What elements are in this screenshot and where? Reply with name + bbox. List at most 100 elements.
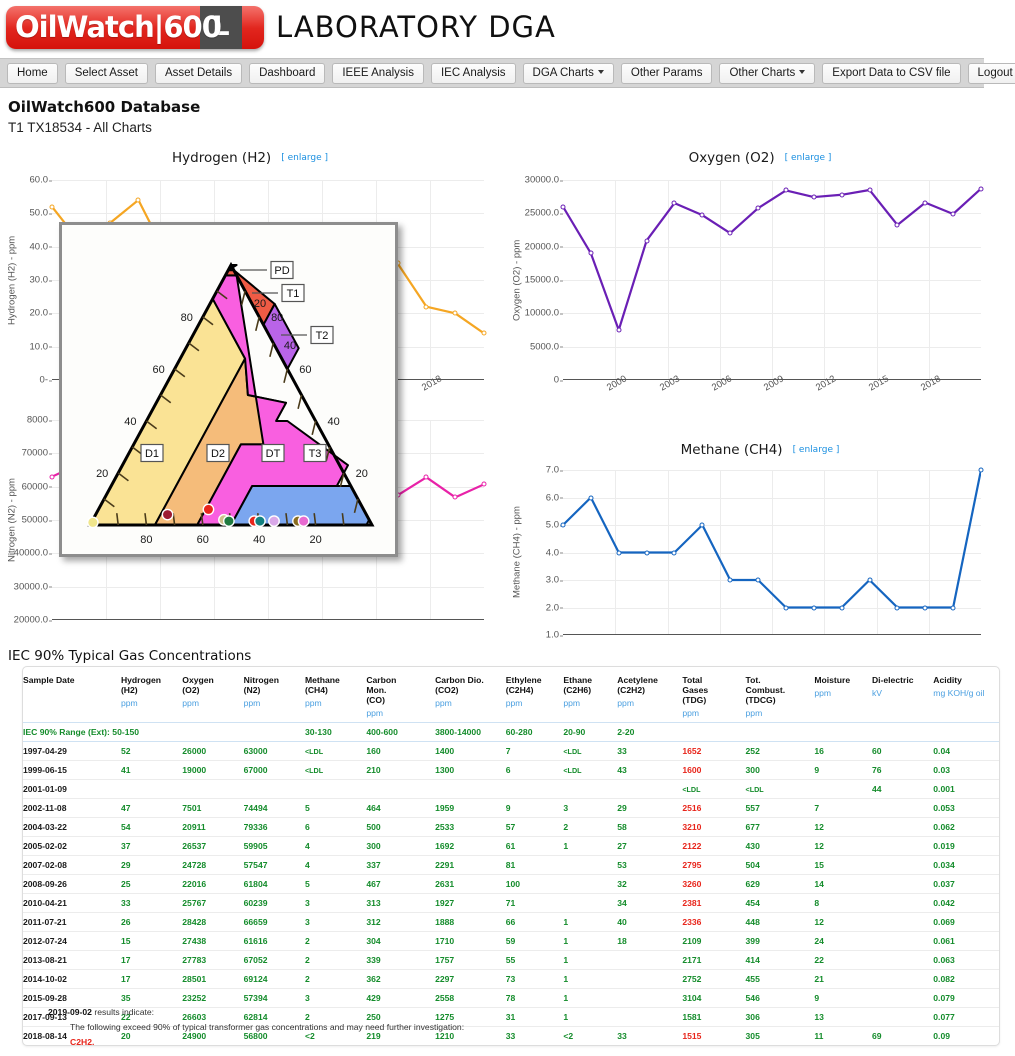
duval-sample-point[interactable]: [86, 516, 99, 529]
iec-range-cell: [853, 722, 916, 742]
duval-sample-point[interactable]: [297, 515, 310, 527]
duval-zone-label: D1: [145, 448, 159, 460]
chart-title-hydrogen: Hydrogen (H2)[ enlarge ]: [171, 150, 329, 166]
table-cell: 300: [348, 836, 418, 856]
y-axis-tick: 20.0: [30, 308, 53, 319]
duval-sample-point[interactable]: [222, 515, 235, 527]
duval-triangle-popup[interactable]: 20 40 60 80 20 40 60 80 80 60 40 20 D1 D2 DT T3 PD T1 T2 20…: [59, 222, 398, 557]
y-axis-tick: 20000.0: [525, 241, 564, 252]
nav-button-dashboard[interactable]: Dashboard: [249, 62, 326, 84]
table-cell: 9: [796, 760, 854, 780]
table-cell: 3260: [664, 874, 728, 894]
column-header-unit: ppm: [617, 698, 634, 708]
nav-button-label: Dashboard: [259, 66, 316, 79]
table-cell: 0.042: [915, 893, 999, 913]
table-cell: 81: [487, 855, 546, 875]
table-cell: 74494: [225, 798, 287, 818]
y-axis-tick: 30000.0: [525, 175, 564, 186]
column-header-formula: (CO): [366, 695, 385, 705]
table-cell: 67052: [225, 950, 287, 970]
nav-button-other-params[interactable]: Other Params: [620, 62, 713, 84]
duval-sample-point[interactable]: [254, 515, 266, 527]
footnote-lead: results indicate:: [91, 1007, 155, 1017]
page-title: LABORATORY DGA: [276, 10, 556, 44]
table-cell: 27438: [164, 931, 226, 951]
iec-range-cell: [225, 722, 287, 742]
table-cell: 304: [348, 931, 418, 951]
nav-button-export-data-to-csv-file[interactable]: Export Data to CSV file: [822, 62, 961, 84]
table-cell: 60239: [225, 893, 287, 913]
table-row: 1997-04-29 52 26000 63000 <LDL 160 1400 7 <LDL 33…: [23, 741, 999, 761]
enlarge-link-methane[interactable]: [ enlarge ]: [793, 445, 840, 455]
table-cell: 12: [796, 817, 854, 837]
column-header-formula: (TDG): [682, 695, 707, 705]
table-cell: 11: [796, 1026, 854, 1045]
table-cell: 629: [727, 874, 797, 894]
ylabel-methane: Methane (CH4) - ppm: [511, 506, 523, 599]
data-point: [423, 304, 429, 310]
nav-button-ieee-analysis[interactable]: IEEE Analysis: [332, 62, 424, 84]
enlarge-link-hydrogen[interactable]: [ enlarge ]: [281, 153, 328, 163]
nav-button-home[interactable]: Home: [7, 62, 58, 84]
table-cell: 2122: [664, 836, 728, 856]
data-point: [616, 327, 622, 333]
table-cell: [545, 874, 600, 894]
table-cell: 1: [545, 988, 600, 1008]
table-cell: 40: [599, 912, 665, 932]
table-cell: 0.07: [915, 1046, 999, 1047]
table-cell: [853, 798, 916, 818]
table-cell: 2752: [664, 969, 728, 989]
duval-sample-point[interactable]: [161, 508, 174, 521]
table-cell: 210: [348, 760, 418, 780]
table-cell: 1400: [417, 741, 488, 761]
column-header-unit: kV: [871, 688, 882, 698]
table-cell: 7501: [164, 798, 226, 818]
nav-button-iec-analysis[interactable]: IEC Analysis: [430, 62, 516, 84]
table-cell: 67000: [225, 760, 287, 780]
duval-sample-point[interactable]: [268, 515, 280, 527]
column-header-formula: (C2H6): [563, 685, 592, 695]
table-cell: 321: [728, 1046, 797, 1047]
table-cell: 454: [727, 893, 797, 913]
table-cell: 1721: [664, 1046, 727, 1047]
footnote-line: The following exceed 90% of typical tran…: [70, 1022, 465, 1032]
table-cell: 1: [545, 969, 600, 989]
data-point: [699, 522, 705, 528]
nav-button-other-charts[interactable]: Other Charts: [719, 62, 816, 84]
duval-label-d2: D2: [206, 443, 230, 463]
data-point: [978, 186, 984, 192]
nav-button-logout[interactable]: Logout: [967, 62, 1015, 84]
table-cell: 25: [102, 874, 165, 894]
nav-button-label: Home: [17, 66, 48, 79]
oilwatch-logo: OilWatch|600 L: [6, 6, 264, 49]
iec-range-cell: 3800-14000: [417, 722, 488, 742]
table-cell: 455: [727, 969, 797, 989]
nav-button-dga-charts[interactable]: DGA Charts: [522, 62, 614, 84]
plot-area-methane: 1.0 2.0 3.0 4.0 5.0 6.0 7.0: [546, 465, 984, 641]
duval-sample-point[interactable]: [202, 503, 215, 516]
data-point: [560, 522, 566, 528]
table-cell: <LDL: [545, 760, 600, 780]
nav-button-select-asset[interactable]: Select Asset: [64, 62, 148, 84]
table-cell: 546: [727, 988, 797, 1008]
table-cell: <LDL: [286, 760, 349, 780]
table-cell: 47: [102, 798, 165, 818]
chevron-down-icon: [799, 70, 806, 75]
sample-date-cell: 2004-03-22: [23, 817, 103, 837]
y-axis-tick: 0: [554, 375, 564, 386]
enlarge-link-oxygen[interactable]: [ enlarge ]: [785, 153, 832, 163]
table-cell: 19000: [164, 760, 226, 780]
table-cell: <LDL: [286, 741, 349, 761]
nav-button-asset-details[interactable]: Asset Details: [154, 62, 243, 84]
sample-date-cell: 2010-04-21: [23, 893, 103, 913]
table-cell: 79336: [225, 817, 287, 837]
table-cell: 27: [599, 836, 665, 856]
table-column-header: Oxygen (O2) ppm: [164, 667, 226, 723]
table-cell: 448: [727, 912, 797, 932]
duval-label-dt: DT: [261, 443, 285, 463]
iec-range-label: IEC 90% Range (Ext): 50-150: [23, 722, 226, 742]
table-row-iec-range: IEC 90% Range (Ext): 50-150 30-130 400-600…: [23, 722, 999, 742]
table-cell: 362: [348, 969, 418, 989]
y-axis-tick: 2.0: [546, 602, 564, 613]
table-cell: 66: [487, 912, 546, 932]
